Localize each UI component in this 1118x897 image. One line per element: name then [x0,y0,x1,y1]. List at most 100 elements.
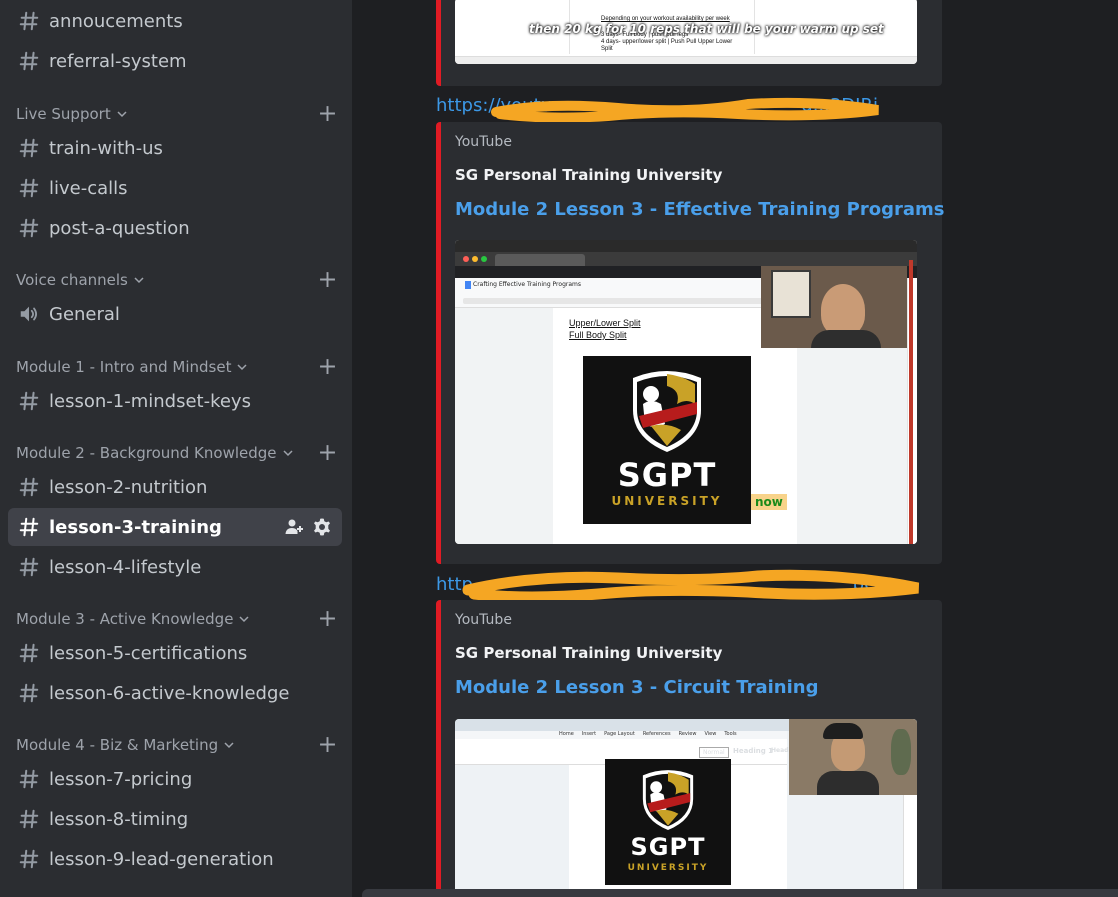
category-module-4[interactable]: Module 4 - Biz & Marketing [16,734,336,756]
embed-thumbnail[interactable]: Depending on your workout availability p… [455,0,917,64]
office-side-panel [903,795,917,897]
gear-icon[interactable] [312,517,332,537]
channel-label: post-a-question [49,217,190,239]
ribbon-tab: Tools [724,731,737,737]
channel-train-with-us[interactable]: train-with-us [8,129,342,167]
speaker-icon [20,306,38,322]
hash-icon [19,11,39,31]
add-channel-icon[interactable] [319,105,336,122]
redaction-scribble [462,569,920,603]
channel-label: lesson-4-lifestyle [49,556,202,578]
highlight-text: now [751,494,787,510]
video-thumbnail[interactable]: Crafting Effective Training Programs Upp… [455,240,917,544]
channel-lesson-4-lifestyle[interactable]: lesson-4-lifestyle [8,548,342,586]
browser-tabs [455,252,917,266]
add-member-icon[interactable] [284,517,304,537]
doc-status-bar [455,56,917,64]
logo-title: SGPT [617,456,717,494]
channel-label: lesson-5-certifications [49,642,248,664]
embed-author[interactable]: SG Personal Training University [455,166,722,184]
chat-area: Depending on your workout availability p… [352,0,1118,897]
chevron-down-icon [117,111,127,118]
hash-icon [19,178,39,198]
message-composer-edge [362,889,1118,897]
plant [891,729,911,775]
chevron-down-icon [134,277,144,284]
video-thumbnail[interactable]: Home Insert Page Layout References Revie… [455,719,917,897]
channel-label: live-calls [49,177,128,199]
channel-live-calls[interactable]: live-calls [8,169,342,207]
doc-title: Crafting Effective Training Programs [473,281,581,288]
sgpt-logo: SGPT UNIVERSITY [583,356,751,524]
channel-lesson-7-pricing[interactable]: lesson-7-pricing [8,760,342,798]
chevron-down-icon [239,616,249,623]
ribbon-tab: Home [559,731,574,737]
chevron-down-icon [224,742,234,749]
category-module-3[interactable]: Module 3 - Active Knowledge [16,608,336,630]
category-voice-channels[interactable]: Voice channels [16,269,336,291]
ribbon-tab: Page Layout [604,731,635,737]
hash-icon [19,809,39,829]
shield-logo-icon [633,371,701,452]
category-module-1[interactable]: Module 1 - Intro and Mindset [16,356,336,378]
channel-post-a-question[interactable]: post-a-question [8,209,342,247]
category-module-2[interactable]: Module 2 - Background Knowledge [16,442,336,464]
channel-label: lesson-1-mindset-keys [49,390,251,412]
channel-label: lesson-2-nutrition [49,476,208,498]
hash-icon [19,683,39,703]
office-ribbon-tabs: Home Insert Page Layout References Revie… [455,731,787,739]
hash-icon [19,218,39,238]
sgpt-logo: SGPT UNIVERSITY [605,759,731,885]
redaction-scribble [491,97,879,122]
ribbon-tab: Insert [581,731,597,737]
hash-icon [19,769,39,789]
embed-video-title[interactable]: Module 2 Lesson 3 - Circuit Training [455,677,818,698]
doc-line: Split [601,46,613,52]
embed-provider[interactable]: YouTube [455,134,512,150]
channel-lesson-2-nutrition[interactable]: lesson-2-nutrition [8,468,342,506]
browser-tab [495,254,585,266]
zoom-dot-icon [481,256,487,262]
channel-label: lesson-8-timing [49,808,189,830]
embed-video-title[interactable]: Module 2 Lesson 3 - Effective Training P… [455,199,945,220]
channel-label: train-with-us [49,137,163,159]
category-label: Module 3 - Active Knowledge [16,610,234,628]
add-channel-icon[interactable] [319,444,336,461]
embed-previous: Depending on your workout availability p… [436,0,942,86]
channel-lesson-9-lead-generation[interactable]: lesson-9-lead-generation [8,840,342,878]
channel-label: General [49,303,120,325]
ribbon-tab: References [642,731,671,737]
category-label: Live Support [16,105,111,123]
logo-title: SGPT [630,833,706,861]
channel-label: lesson-3-training [49,516,222,538]
logo-subtitle: UNIVERSITY [627,863,709,873]
add-channel-icon[interactable] [319,610,336,627]
embed-author[interactable]: SG Personal Training University [455,644,722,662]
person-shirt [811,330,881,348]
channel-label: annoucements [49,10,183,32]
channel-lesson-8-timing[interactable]: lesson-8-timing [8,800,342,838]
voice-channel-general[interactable]: General [8,295,342,333]
channel-annoucements[interactable]: annoucements [8,2,342,40]
doc-line: Full Body Split [569,330,627,340]
channel-referral-system[interactable]: referral-system [8,42,342,80]
doc-line: 4 days- upper/lower split | Push Pull Up… [601,39,733,45]
hash-icon [19,51,39,71]
chevron-down-icon [282,450,293,457]
hash-icon [19,517,39,537]
channel-lesson-5-certifications[interactable]: lesson-5-certifications [8,634,342,672]
youtube-embed-2: YouTube SG Personal Training University … [436,600,942,897]
add-channel-icon[interactable] [319,271,336,288]
embed-provider[interactable]: YouTube [455,612,512,628]
chevron-down-icon [237,364,247,371]
add-channel-icon[interactable] [319,736,336,753]
close-dot-icon [463,256,469,262]
add-channel-icon[interactable] [319,358,336,375]
channel-lesson-6-active-knowledge[interactable]: lesson-6-active-knowledge [8,674,342,712]
channel-lesson-3-training[interactable]: lesson-3-training [8,508,342,546]
hash-icon [19,391,39,411]
category-live-support[interactable]: Live Support [16,103,336,125]
channel-lesson-1-mindset-keys[interactable]: lesson-1-mindset-keys [8,382,342,420]
style-normal: Normal [699,747,729,758]
person-face [821,284,865,336]
